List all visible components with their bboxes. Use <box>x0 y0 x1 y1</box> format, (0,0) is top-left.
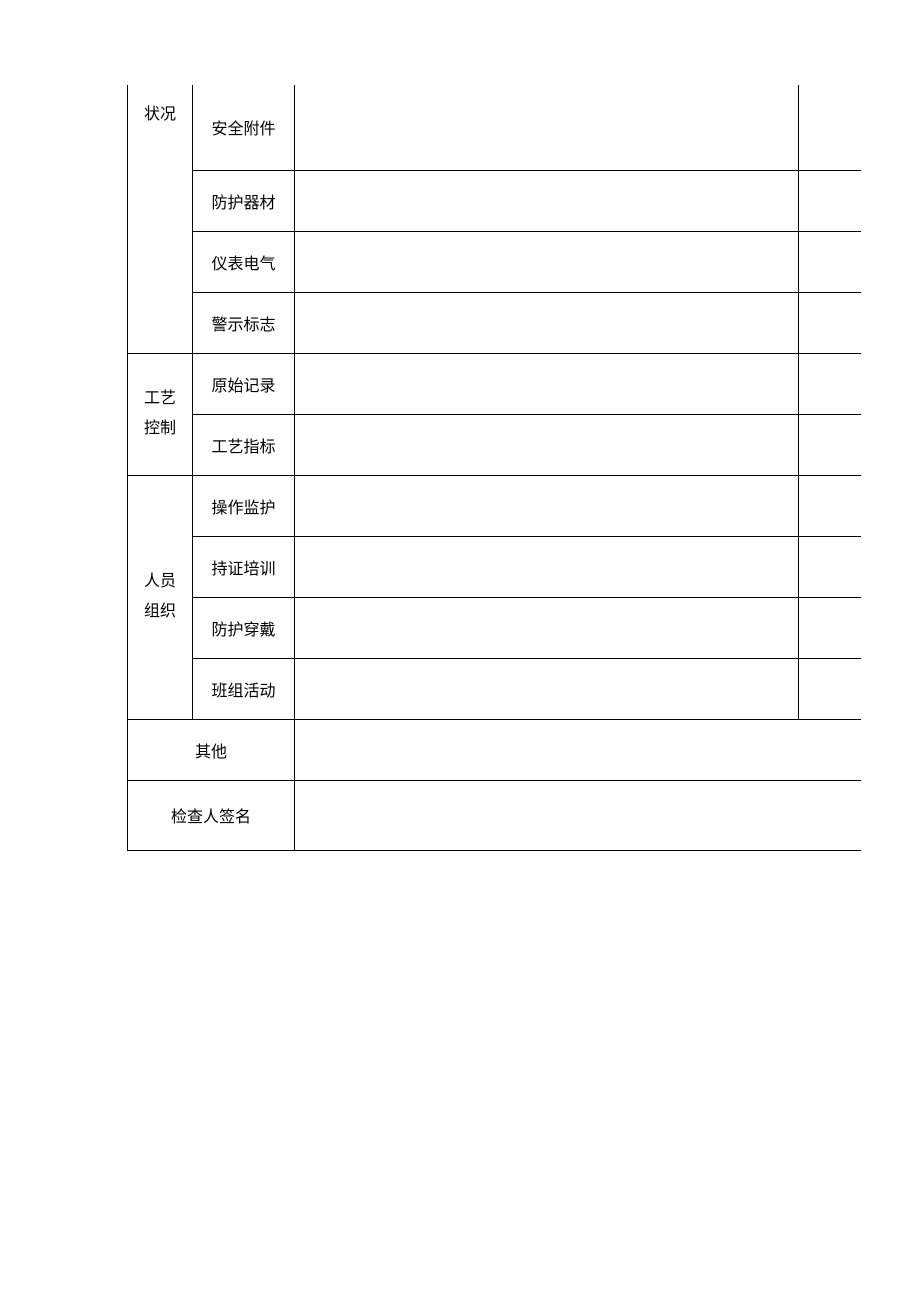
value-safety-attachment <box>295 85 799 170</box>
result-cert-training <box>799 536 861 597</box>
item-safety-attachment: 安全附件 <box>193 85 295 170</box>
result-operation-monitor <box>799 475 861 536</box>
item-protective-equipment: 防护器材 <box>193 170 295 231</box>
result-process-index <box>799 414 861 475</box>
result-protective-equipment <box>799 170 861 231</box>
item-original-record: 原始记录 <box>193 353 295 414</box>
section-personnel-label: 人员组织 <box>128 475 193 719</box>
section-process-label: 工艺控制 <box>128 353 193 475</box>
item-instrument-electrical: 仪表电气 <box>193 231 295 292</box>
inspection-table: 状况 安全附件 防护器材 仪表电气 警示标志 工艺控制 原始记录 <box>127 85 861 851</box>
value-cert-training <box>295 536 799 597</box>
item-protective-wear: 防护穿戴 <box>193 597 295 658</box>
value-signature <box>295 780 861 850</box>
value-process-index <box>295 414 799 475</box>
value-instrument-electrical <box>295 231 799 292</box>
result-protective-wear <box>799 597 861 658</box>
section-other-label: 其他 <box>128 719 295 780</box>
result-team-activity <box>799 658 861 719</box>
item-team-activity: 班组活动 <box>193 658 295 719</box>
value-operation-monitor <box>295 475 799 536</box>
item-warning-sign: 警示标志 <box>193 292 295 353</box>
item-process-index: 工艺指标 <box>193 414 295 475</box>
section-status-label: 状况 <box>128 85 193 353</box>
section-signature-label: 检查人签名 <box>128 780 295 850</box>
value-original-record <box>295 353 799 414</box>
value-protective-wear <box>295 597 799 658</box>
item-operation-monitor: 操作监护 <box>193 475 295 536</box>
value-warning-sign <box>295 292 799 353</box>
result-instrument-electrical <box>799 231 861 292</box>
result-safety-attachment <box>799 85 861 170</box>
value-other <box>295 719 861 780</box>
result-original-record <box>799 353 861 414</box>
value-team-activity <box>295 658 799 719</box>
value-protective-equipment <box>295 170 799 231</box>
item-cert-training: 持证培训 <box>193 536 295 597</box>
result-warning-sign <box>799 292 861 353</box>
